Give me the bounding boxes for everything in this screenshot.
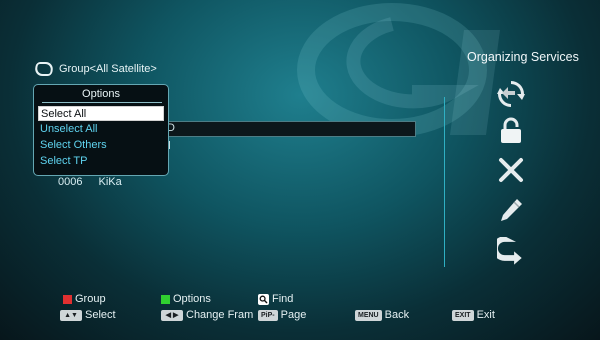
legend-page-label: Page [280,309,307,321]
channel-row-highlight[interactable]: D [150,121,416,137]
legend-options: Options [161,293,211,305]
popup-divider [42,102,162,103]
legend-options-label: Options [173,293,211,305]
pip-key-icon: PiP- [258,309,278,321]
legend-group: Group [63,293,106,305]
group-indicator: Group<All Satellite> [33,62,157,76]
legend-exit-label: Exit [476,309,495,321]
panel-divider [444,97,445,267]
red-key-icon [63,294,72,304]
legend-find-label: Find [272,293,294,305]
lock-icon[interactable] [497,116,525,144]
option-select-tp[interactable]: Select TP [38,154,164,169]
channel-row[interactable]: 0006 KiKa [58,176,122,188]
legend-change-frame: ◀ ▶ Change Fram [161,309,253,321]
option-unselect-all[interactable]: Unselect All [38,122,164,137]
legend-change-frame-label: Change Fram [186,309,254,321]
page-title: Organizing Services [467,50,579,64]
options-popup: Options Select All Unselect All Select O… [33,84,169,176]
tv-screen: Group<All Satellite> Organizing Services… [0,0,600,340]
option-select-all[interactable]: Select All [38,106,164,121]
up-down-key-icon: ▲▼ [60,309,82,321]
legend-group-label: Group [75,293,106,305]
delete-icon[interactable] [497,156,525,184]
left-right-key-icon: ◀ ▶ [161,309,183,321]
legend-page: PiP- Page [258,309,306,321]
popup-title: Options [82,88,120,100]
satellite-icon [33,62,55,76]
menu-key-icon: MENU [355,309,382,321]
exit-key-icon: EXIT [452,309,474,321]
find-key-icon [258,293,269,305]
legend-exit: EXIT Exit [452,309,495,321]
legend-find: Find [258,293,293,305]
green-key-icon [161,294,170,304]
sync-icon[interactable] [497,80,525,108]
channel-number: 0006 [58,176,83,188]
edit-icon[interactable] [497,196,525,224]
option-select-others[interactable]: Select Others [38,138,164,153]
legend-select: ▲▼ Select [60,309,116,321]
legend-back-label: Back [384,309,410,321]
move-icon[interactable] [497,237,525,265]
group-label: Group<All Satellite> [59,63,157,75]
legend-select-label: Select [85,309,116,321]
legend-back: MENU Back [355,309,409,321]
channel-name: KiKa [98,176,122,188]
